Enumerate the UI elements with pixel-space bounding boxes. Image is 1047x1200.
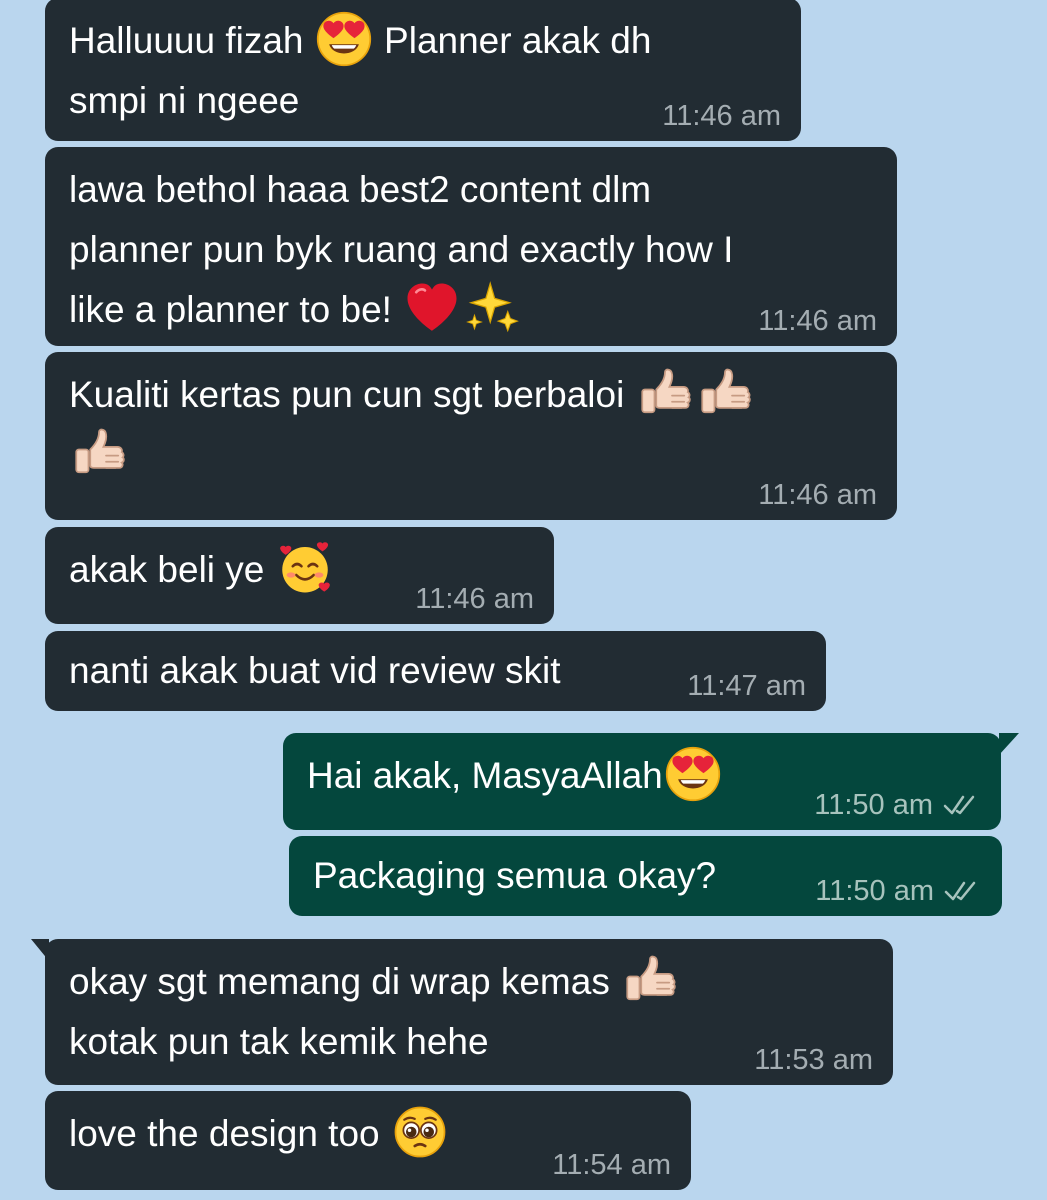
message-bubble-outgoing[interactable]: Packaging semua okay? 11:50 am — [289, 836, 1002, 916]
message-text: okay sgt memang di wrap kemas — [69, 952, 869, 1012]
double-check-icon — [944, 879, 982, 903]
message-bubble-incoming[interactable]: Halluuuu fizah Planner akak dh smpi ni n… — [45, 0, 801, 141]
heart-eyes-icon — [316, 11, 372, 67]
timestamp: 11:46 am — [758, 305, 877, 337]
thumbs-up-icon — [622, 952, 678, 1008]
timestamp: 11:50 am — [815, 874, 982, 908]
thumbs-up-icon — [637, 365, 693, 421]
message-bubble-incoming[interactable]: Kualiti kertas pun cun sgt berbaloi 11:4… — [45, 352, 897, 520]
heart-eyes-icon — [665, 746, 721, 802]
message-text-line2: planner pun byk ruang and exactly how I — [69, 229, 734, 270]
smiling-face-with-hearts-icon — [277, 540, 333, 596]
message-text-line2 — [69, 425, 873, 485]
timestamp: 11:46 am — [662, 100, 781, 132]
message-bubble-outgoing[interactable]: Hai akak, MasyaAllah 11:50 am — [283, 733, 1019, 830]
timestamp: 11:46 am — [758, 479, 877, 511]
message-bubble-incoming[interactable]: love the design too 11:54 am — [45, 1091, 691, 1190]
bubble-tail — [999, 733, 1019, 755]
message-text-line2: kotak pun tak kemik hehe — [69, 1021, 489, 1062]
message-text: lawa bethol haaa best2 content dlm — [69, 169, 652, 210]
timestamp: 11:46 am — [415, 583, 534, 615]
thumbs-up-icon — [71, 425, 127, 481]
timestamp: 11:47 am — [687, 670, 806, 702]
thumbs-up-icon — [697, 365, 753, 421]
double-check-icon — [943, 793, 981, 817]
sparkles-icon — [464, 280, 520, 336]
red-heart-icon — [404, 280, 460, 336]
message-text: Halluuuu fizah Planner akak dh — [69, 11, 777, 71]
timestamp: 11:50 am — [814, 788, 981, 822]
timestamp: 11:53 am — [754, 1044, 873, 1076]
message-text-line3: like a planner to be! — [69, 280, 873, 340]
timestamp: 11:54 am — [552, 1149, 671, 1181]
message-text: Kualiti kertas pun cun sgt berbaloi — [69, 365, 873, 425]
message-bubble-incoming[interactable]: nanti akak buat vid review skit 11:47 am — [45, 631, 826, 711]
message-bubble-incoming[interactable]: lawa bethol haaa best2 content dlm plann… — [45, 147, 897, 346]
message-bubble-incoming[interactable]: okay sgt memang di wrap kemas kotak pun … — [31, 939, 893, 1085]
message-bubble-incoming[interactable]: akak beli ye 11:46 am — [45, 527, 554, 624]
bubble-tail — [31, 939, 49, 961]
pleading-face-icon — [392, 1104, 448, 1160]
